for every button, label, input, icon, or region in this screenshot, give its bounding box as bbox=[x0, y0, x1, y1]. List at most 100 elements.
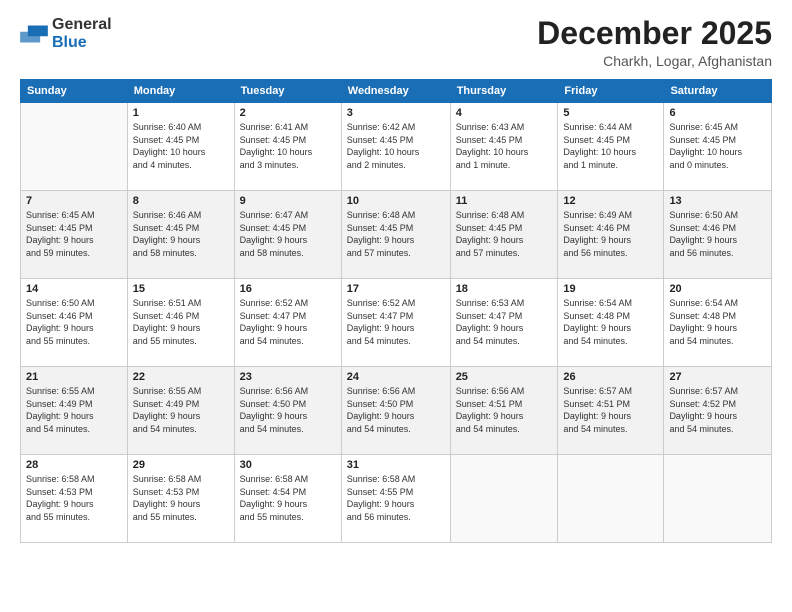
table-row: 4Sunrise: 6:43 AM Sunset: 4:45 PM Daylig… bbox=[450, 103, 558, 191]
day-number: 6 bbox=[669, 107, 766, 119]
logo: General Blue bbox=[20, 16, 112, 52]
day-info: Sunrise: 6:42 AM Sunset: 4:45 PM Dayligh… bbox=[347, 121, 445, 171]
logo-general: General bbox=[52, 16, 112, 33]
table-row: 24 Sunrise: 6:56 AM Sunset: 4:50 PM Dayli… bbox=[341, 367, 450, 455]
day-number: 17 bbox=[347, 283, 445, 295]
table-row: 23 Sunrise: 6:56 AM Sunset: 4:50 PM Dayli… bbox=[234, 367, 341, 455]
day-number: 13 bbox=[669, 195, 766, 207]
day-number: 12 bbox=[563, 195, 658, 207]
day-info: Sunrise: 6:45 AM Sunset: 4:45 PM Dayligh… bbox=[669, 121, 766, 171]
day-info: Sunrise: 6:58 AM Sunset: 4:53 PM Dayligh… bbox=[26, 473, 122, 523]
calendar-week-row: 21Sunrise: 6:55 AM Sunset: 4:49 PM Dayli… bbox=[21, 367, 772, 455]
day-info: Sunrise: 6:44 AM Sunset: 4:45 PM Dayligh… bbox=[563, 121, 658, 171]
day-info: Sunrise: 6:50 AM Sunset: 4:46 PM Dayligh… bbox=[26, 297, 122, 347]
col-thursday: Thursday bbox=[450, 80, 558, 103]
table-row: 20Sunrise: 6:54 AM Sunset: 4:48 PM Dayli… bbox=[664, 279, 772, 367]
table-row: 14 Sunrise: 6:50 AM Sunset: 4:46 PM Dayli… bbox=[21, 279, 128, 367]
day-info: Sunrise: 6:48 AM Sunset: 4:45 PM Dayligh… bbox=[456, 209, 553, 259]
table-row: 10 Sunrise: 6:48 AM Sunset: 4:45 PM Dayli… bbox=[341, 191, 450, 279]
day-number: 14 bbox=[26, 283, 122, 295]
day-number: 28 bbox=[26, 459, 122, 471]
day-info: Sunrise: 6:54 AM Sunset: 4:48 PM Dayligh… bbox=[669, 297, 766, 347]
location-title: Charkh, Logar, Afghanistan bbox=[537, 53, 772, 69]
table-row: 22Sunrise: 6:55 AM Sunset: 4:49 PM Dayli… bbox=[127, 367, 234, 455]
table-row: 15 Sunrise: 6:51 AM Sunset: 4:46 PM Dayli… bbox=[127, 279, 234, 367]
calendar-week-row: 1 Sunrise: 6:40 AM Sunset: 4:45 PM Daylig… bbox=[21, 103, 772, 191]
table-row: 17 Sunrise: 6:52 AM Sunset: 4:47 PM Dayli… bbox=[341, 279, 450, 367]
col-friday: Friday bbox=[558, 80, 664, 103]
logo-blue: Blue bbox=[52, 34, 87, 51]
day-number: 24 bbox=[347, 371, 445, 383]
day-info: Sunrise: 6:58 AM Sunset: 4:54 PM Dayligh… bbox=[240, 473, 336, 523]
title-section: December 2025 Charkh, Logar, Afghanistan bbox=[537, 16, 772, 69]
col-wednesday: Wednesday bbox=[341, 80, 450, 103]
calendar-table: Sunday Monday Tuesday Wednesday Thursday… bbox=[20, 79, 772, 543]
col-tuesday: Tuesday bbox=[234, 80, 341, 103]
table-row: 8Sunrise: 6:46 AM Sunset: 4:45 PM Daylig… bbox=[127, 191, 234, 279]
table-row: 3 Sunrise: 6:42 AM Sunset: 4:45 PM Daylig… bbox=[341, 103, 450, 191]
logo-wrapper: General Blue bbox=[20, 16, 112, 52]
table-row: 27Sunrise: 6:57 AM Sunset: 4:52 PM Dayli… bbox=[664, 367, 772, 455]
table-row: 30 Sunrise: 6:58 AM Sunset: 4:54 PM Dayli… bbox=[234, 455, 341, 543]
table-row: 16 Sunrise: 6:52 AM Sunset: 4:47 PM Dayli… bbox=[234, 279, 341, 367]
day-number: 27 bbox=[669, 371, 766, 383]
day-info: Sunrise: 6:40 AM Sunset: 4:45 PM Dayligh… bbox=[133, 121, 229, 171]
day-number: 2 bbox=[240, 107, 336, 119]
day-info: Sunrise: 6:54 AM Sunset: 4:48 PM Dayligh… bbox=[563, 297, 658, 347]
day-info: Sunrise: 6:58 AM Sunset: 4:53 PM Dayligh… bbox=[133, 473, 229, 523]
table-row: 31 Sunrise: 6:58 AM Sunset: 4:55 PM Dayli… bbox=[341, 455, 450, 543]
day-info: Sunrise: 6:58 AM Sunset: 4:55 PM Dayligh… bbox=[347, 473, 445, 523]
header: General Blue December 2025 Charkh, Logar… bbox=[20, 16, 772, 69]
day-number: 15 bbox=[133, 283, 229, 295]
table-row: 1 Sunrise: 6:40 AM Sunset: 4:45 PM Daylig… bbox=[127, 103, 234, 191]
day-info: Sunrise: 6:47 AM Sunset: 4:45 PM Dayligh… bbox=[240, 209, 336, 259]
day-number: 5 bbox=[563, 107, 658, 119]
table-row: 11Sunrise: 6:48 AM Sunset: 4:45 PM Dayli… bbox=[450, 191, 558, 279]
table-row: 6 Sunrise: 6:45 AM Sunset: 4:45 PM Daylig… bbox=[664, 103, 772, 191]
table-row: 28 Sunrise: 6:58 AM Sunset: 4:53 PM Dayli… bbox=[21, 455, 128, 543]
day-number: 23 bbox=[240, 371, 336, 383]
col-sunday: Sunday bbox=[21, 80, 128, 103]
day-number: 19 bbox=[563, 283, 658, 295]
table-row: 25Sunrise: 6:56 AM Sunset: 4:51 PM Dayli… bbox=[450, 367, 558, 455]
day-info: Sunrise: 6:52 AM Sunset: 4:47 PM Dayligh… bbox=[240, 297, 336, 347]
table-row bbox=[450, 455, 558, 543]
day-number: 1 bbox=[133, 107, 229, 119]
page: General Blue December 2025 Charkh, Logar… bbox=[0, 0, 792, 612]
day-number: 29 bbox=[133, 459, 229, 471]
day-info: Sunrise: 6:56 AM Sunset: 4:50 PM Dayligh… bbox=[347, 385, 445, 435]
day-number: 16 bbox=[240, 283, 336, 295]
day-info: Sunrise: 6:56 AM Sunset: 4:50 PM Dayligh… bbox=[240, 385, 336, 435]
day-number: 8 bbox=[133, 195, 229, 207]
day-number: 7 bbox=[26, 195, 122, 207]
day-number: 9 bbox=[240, 195, 336, 207]
table-row: 2 Sunrise: 6:41 AM Sunset: 4:45 PM Daylig… bbox=[234, 103, 341, 191]
table-row: 18Sunrise: 6:53 AM Sunset: 4:47 PM Dayli… bbox=[450, 279, 558, 367]
logo-icon bbox=[20, 24, 48, 44]
table-row: 9 Sunrise: 6:47 AM Sunset: 4:45 PM Daylig… bbox=[234, 191, 341, 279]
table-row: 7 Sunrise: 6:45 AM Sunset: 4:45 PM Daylig… bbox=[21, 191, 128, 279]
day-info: Sunrise: 6:55 AM Sunset: 4:49 PM Dayligh… bbox=[133, 385, 229, 435]
day-number: 10 bbox=[347, 195, 445, 207]
day-number: 31 bbox=[347, 459, 445, 471]
table-row bbox=[558, 455, 664, 543]
day-info: Sunrise: 6:41 AM Sunset: 4:45 PM Dayligh… bbox=[240, 121, 336, 171]
day-info: Sunrise: 6:49 AM Sunset: 4:46 PM Dayligh… bbox=[563, 209, 658, 259]
day-info: Sunrise: 6:45 AM Sunset: 4:45 PM Dayligh… bbox=[26, 209, 122, 259]
day-info: Sunrise: 6:48 AM Sunset: 4:45 PM Dayligh… bbox=[347, 209, 445, 259]
table-row bbox=[664, 455, 772, 543]
calendar-week-row: 7 Sunrise: 6:45 AM Sunset: 4:45 PM Daylig… bbox=[21, 191, 772, 279]
day-number: 3 bbox=[347, 107, 445, 119]
col-saturday: Saturday bbox=[664, 80, 772, 103]
day-number: 30 bbox=[240, 459, 336, 471]
day-info: Sunrise: 6:50 AM Sunset: 4:46 PM Dayligh… bbox=[669, 209, 766, 259]
table-row: 19 Sunrise: 6:54 AM Sunset: 4:48 PM Dayli… bbox=[558, 279, 664, 367]
col-monday: Monday bbox=[127, 80, 234, 103]
day-info: Sunrise: 6:57 AM Sunset: 4:51 PM Dayligh… bbox=[563, 385, 658, 435]
table-row: 21Sunrise: 6:55 AM Sunset: 4:49 PM Dayli… bbox=[21, 367, 128, 455]
day-info: Sunrise: 6:56 AM Sunset: 4:51 PM Dayligh… bbox=[456, 385, 553, 435]
table-row: 26Sunrise: 6:57 AM Sunset: 4:51 PM Dayli… bbox=[558, 367, 664, 455]
day-info: Sunrise: 6:51 AM Sunset: 4:46 PM Dayligh… bbox=[133, 297, 229, 347]
calendar-week-row: 28 Sunrise: 6:58 AM Sunset: 4:53 PM Dayli… bbox=[21, 455, 772, 543]
day-info: Sunrise: 6:52 AM Sunset: 4:47 PM Dayligh… bbox=[347, 297, 445, 347]
